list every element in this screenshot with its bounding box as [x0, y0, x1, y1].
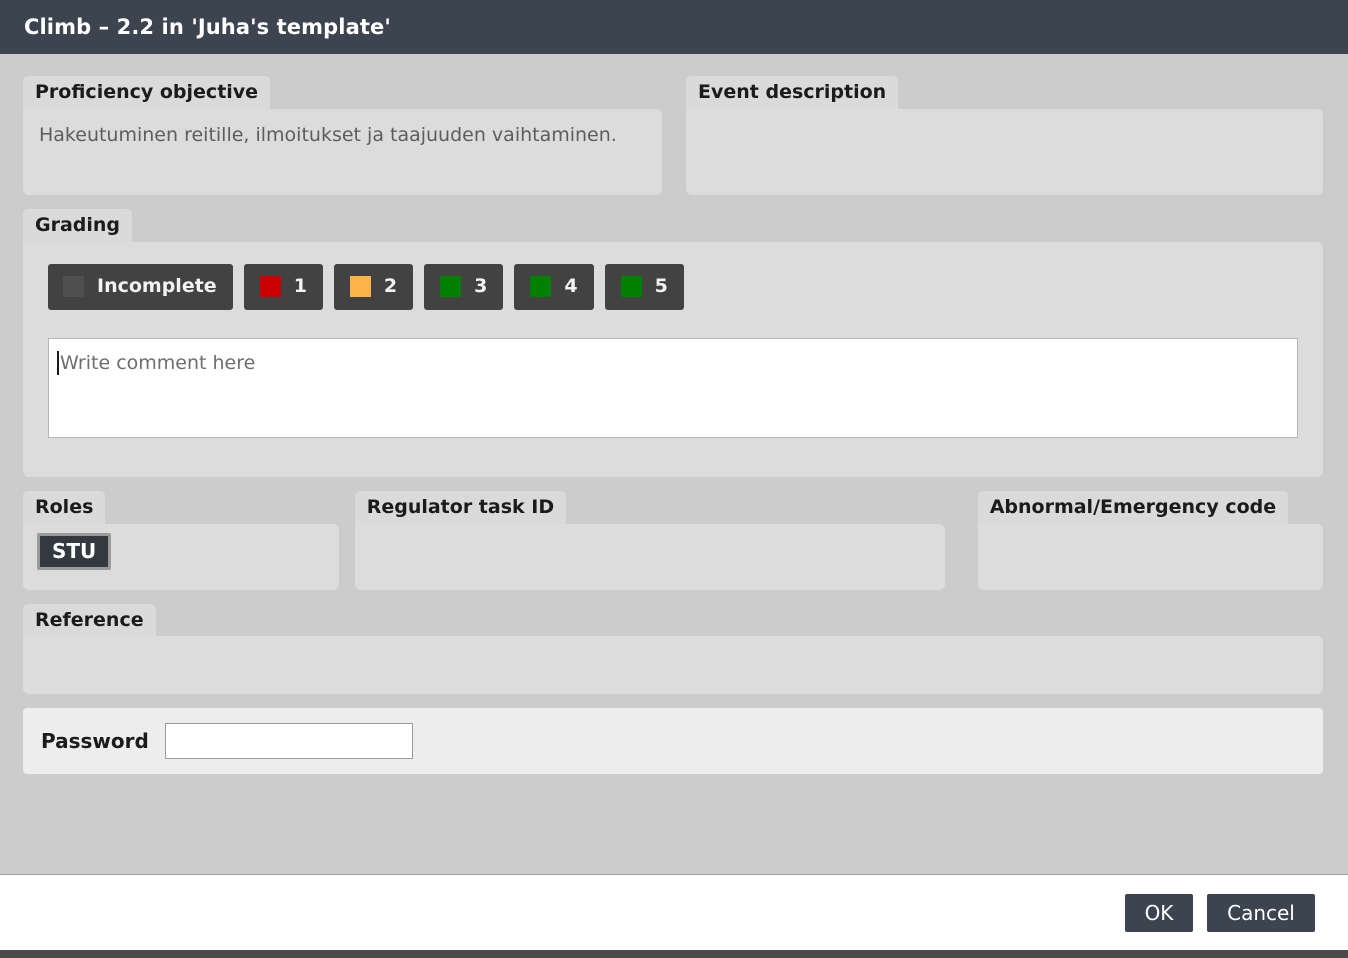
grade-1-label: 1: [293, 275, 307, 298]
dialog-titlebar: Climb – 2.2 in 'Juha's template': [0, 0, 1348, 54]
event-description-panel[interactable]: [686, 108, 1323, 195]
proficiency-objective-panel: Hakeutuminen reitille, ilmoitukset ja ta…: [23, 108, 662, 195]
regulator-task-id-panel[interactable]: [354, 523, 945, 590]
comment-textarea[interactable]: Write comment here: [48, 337, 1298, 438]
grade-button-row: Incomplete 1 2 3 4 5: [23, 263, 1323, 310]
grade-incomplete-label: Incomplete: [97, 275, 217, 298]
grade-2-label: 2: [383, 275, 398, 298]
reference-group: Reference: [23, 603, 1323, 695]
climb-grading-dialog: Climb – 2.2 in 'Juha's template' Profici…: [0, 0, 1348, 958]
reference-value: [23, 636, 1323, 694]
grade-3-swatch: [440, 276, 462, 298]
grading-label: Grading: [23, 208, 133, 242]
grade-4-swatch: [530, 276, 552, 298]
proficiency-objective-value: Hakeutuminen reitille, ilmoitukset ja ta…: [39, 123, 617, 146]
dialog-title: Climb – 2.2 in 'Juha's template': [24, 14, 391, 39]
abnormal-emergency-code-label: Abnormal/Emergency code: [977, 490, 1289, 524]
grade-3-button[interactable]: 3: [424, 263, 504, 310]
grading-group: Grading Incomplete 1 2 3 4 5 Write comme…: [23, 208, 1323, 477]
dialog-body: Proficiency objective Hakeutuminen reiti…: [0, 54, 1348, 874]
roles-chip-row: STU: [23, 524, 339, 570]
reference-panel[interactable]: [23, 636, 1323, 695]
event-description-value: [686, 109, 1323, 195]
grade-2-button[interactable]: 2: [333, 263, 414, 310]
grade-1-swatch: [259, 276, 281, 298]
password-input[interactable]: [164, 723, 413, 760]
password-label: Password: [41, 729, 149, 754]
event-description-label: Event description: [686, 76, 899, 109]
roles-group: Roles STU: [23, 490, 339, 590]
grade-incomplete-swatch: [63, 276, 84, 298]
mid-row: Roles STU Regulator task ID Abnormal/Eme…: [23, 490, 1323, 604]
dialog-footer: OK Cancel: [0, 874, 1348, 950]
roles-panel: STU: [23, 523, 339, 590]
window-bottom-edge: [0, 950, 1348, 958]
regulator-task-id-value: [355, 524, 945, 582]
ok-button[interactable]: OK: [1125, 893, 1193, 932]
reference-label: Reference: [23, 603, 156, 637]
grade-5-button[interactable]: 5: [604, 263, 684, 310]
grading-panel: Incomplete 1 2 3 4 5 Write comment here: [23, 241, 1323, 477]
proficiency-objective-label: Proficiency objective: [23, 76, 271, 109]
text-caret: [57, 350, 59, 375]
grade-1-button[interactable]: 1: [243, 263, 323, 310]
cancel-button[interactable]: Cancel: [1207, 893, 1315, 932]
proficiency-objective-group: Proficiency objective Hakeutuminen reiti…: [23, 76, 662, 195]
event-description-group: Event description: [686, 76, 1323, 195]
abnormal-emergency-code-panel[interactable]: [977, 523, 1323, 590]
grade-4-label: 4: [564, 275, 578, 298]
regulator-task-id-group: Regulator task ID: [354, 490, 945, 590]
top-row: Proficiency objective Hakeutuminen reiti…: [23, 76, 1323, 209]
role-chip-stu[interactable]: STU: [37, 532, 112, 570]
grade-3-label: 3: [474, 275, 488, 298]
password-strip: Password: [23, 708, 1323, 775]
grade-5-swatch: [620, 276, 642, 298]
comment-placeholder: Write comment here: [60, 351, 256, 374]
grade-5-label: 5: [654, 275, 668, 298]
regulator-task-id-label: Regulator task ID: [354, 490, 567, 524]
abnormal-emergency-code-value: [978, 524, 1323, 582]
abnormal-emergency-code-group: Abnormal/Emergency code: [977, 490, 1323, 590]
grade-incomplete-button[interactable]: Incomplete: [48, 263, 233, 310]
grade-4-button[interactable]: 4: [514, 263, 594, 310]
roles-label: Roles: [23, 490, 106, 524]
grade-2-swatch: [349, 276, 371, 298]
